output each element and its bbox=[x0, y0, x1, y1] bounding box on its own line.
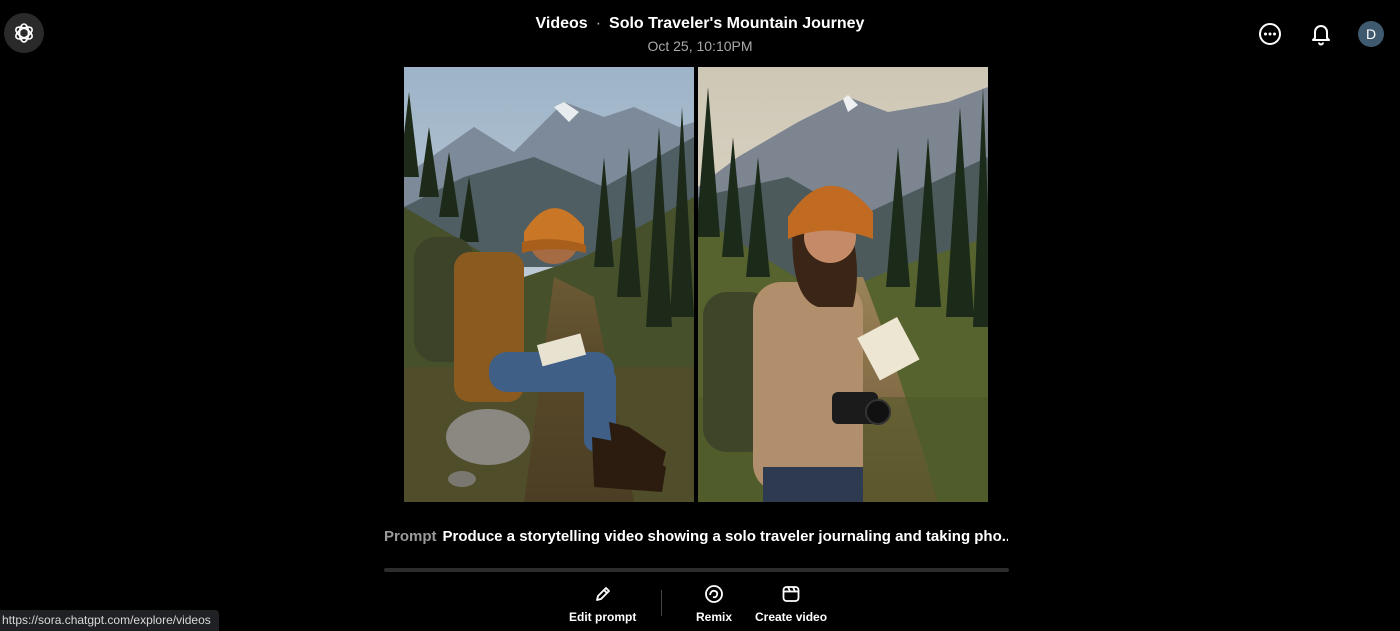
header-actions: D bbox=[1233, 20, 1384, 48]
remix-label: Remix bbox=[696, 610, 733, 624]
breadcrumb-separator: · bbox=[595, 15, 602, 32]
prompt-label: Prompt bbox=[384, 528, 437, 545]
header-title-row: Videos · Solo Traveler's Mountain Journey bbox=[0, 14, 1400, 34]
video-frame-left[interactable] bbox=[404, 67, 694, 502]
create-video-label: Create video bbox=[755, 610, 828, 624]
notifications-button[interactable] bbox=[1307, 20, 1335, 48]
edit-prompt-button[interactable]: Edit prompt bbox=[569, 584, 636, 624]
prompt-text[interactable]: Produce a storytelling video showing a s… bbox=[443, 528, 1009, 545]
video-header: Videos · Solo Traveler's Mountain Journey … bbox=[0, 14, 1400, 55]
more-options-icon bbox=[1259, 23, 1281, 45]
remix-button[interactable]: Remix bbox=[696, 584, 732, 624]
traveler-sitting-image bbox=[404, 67, 694, 502]
clapperboard-icon bbox=[782, 586, 800, 602]
traveler-standing-image bbox=[698, 67, 988, 502]
video-progress-bar[interactable] bbox=[384, 568, 1009, 572]
status-bar-url: https://sora.chatgpt.com/explore/videos bbox=[0, 610, 219, 631]
user-avatar[interactable]: D bbox=[1358, 21, 1384, 47]
video-frame-right[interactable] bbox=[698, 67, 988, 502]
prompt-row: Prompt Produce a storytelling video showi… bbox=[384, 527, 1008, 547]
edit-prompt-label: Edit prompt bbox=[569, 610, 637, 624]
pencil-icon bbox=[595, 587, 610, 601]
more-options-button[interactable] bbox=[1256, 20, 1284, 48]
video-title: Solo Traveler's Mountain Journey bbox=[609, 15, 865, 32]
breadcrumb-section[interactable]: Videos bbox=[536, 15, 588, 32]
remix-icon bbox=[705, 585, 723, 603]
action-divider bbox=[661, 590, 662, 616]
create-video-button[interactable]: Create video bbox=[755, 584, 827, 624]
bell-icon bbox=[1312, 25, 1330, 46]
video-date: Oct 25, 10:10PM bbox=[647, 38, 753, 54]
